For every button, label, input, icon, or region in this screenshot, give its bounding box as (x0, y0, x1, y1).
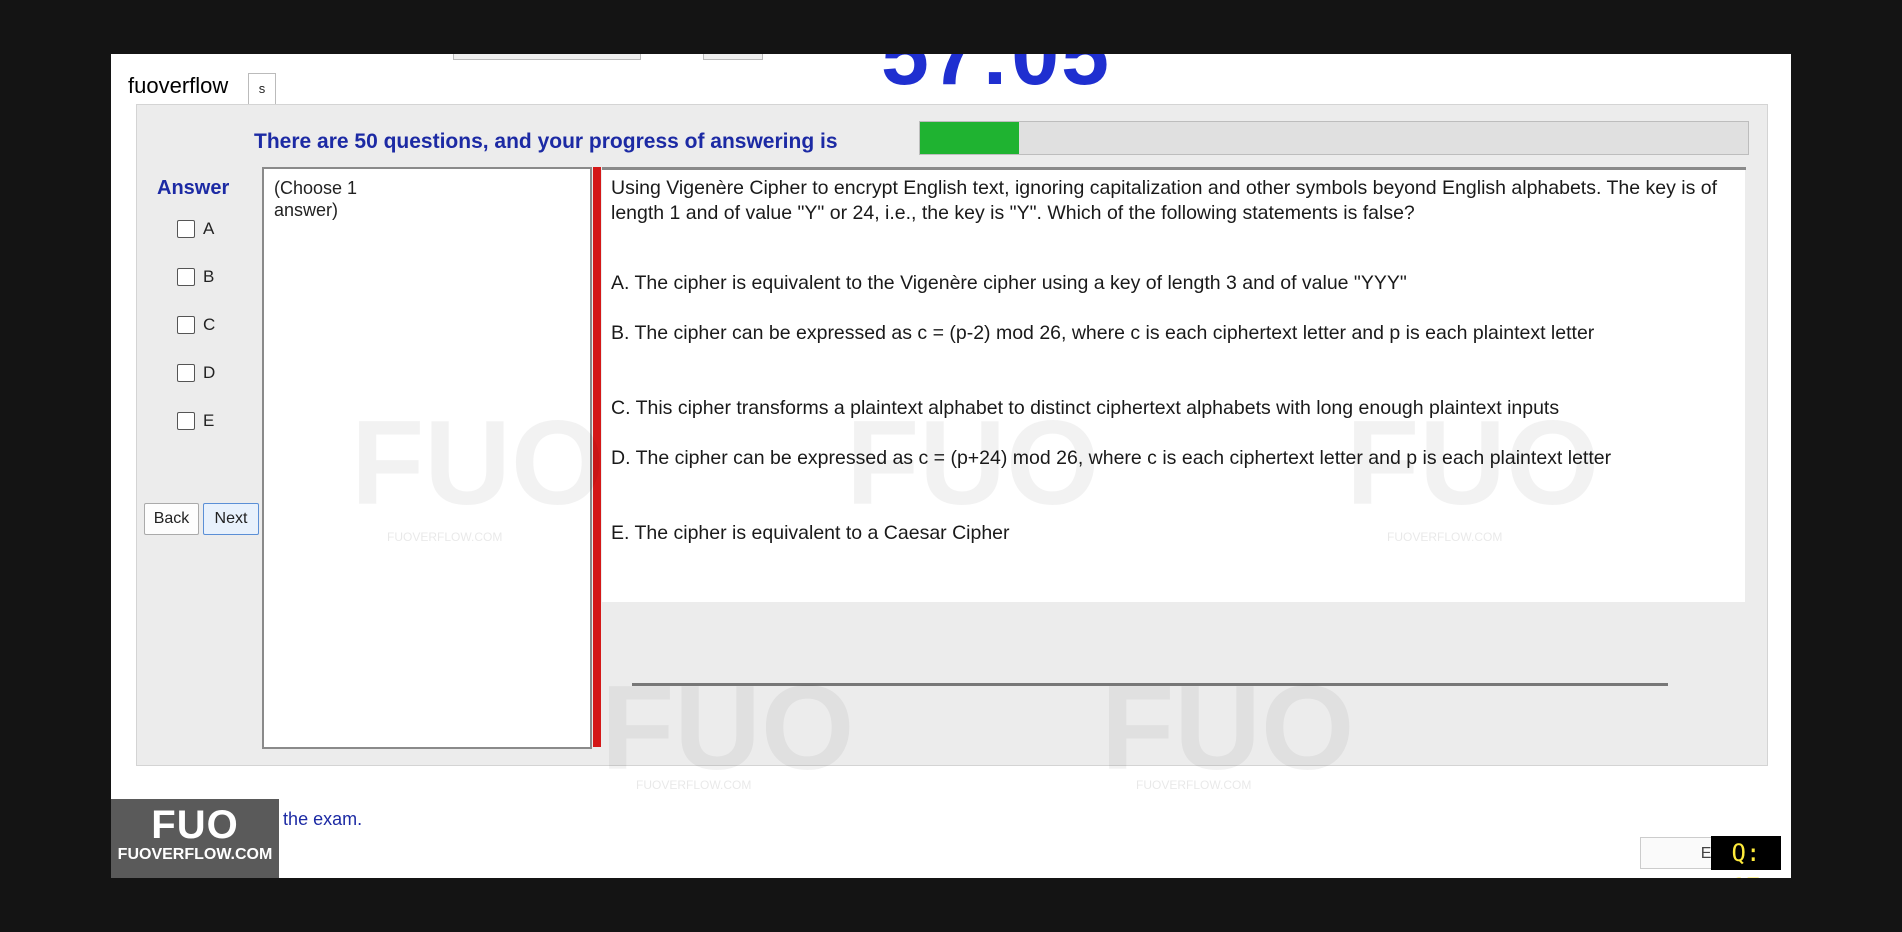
question-option-d: D. The cipher can be expressed as c = (p… (611, 447, 1612, 469)
answer-option-label: C (203, 315, 216, 334)
top-button-clipped[interactable] (703, 54, 763, 60)
answer-title: Answer (157, 177, 230, 199)
question-area: Using Vigenère Cipher to encrypt English… (602, 167, 1746, 748)
horizontal-scrollbar[interactable] (632, 683, 1668, 686)
answer-option-label: E (203, 411, 215, 430)
question-text: Using Vigenère Cipher to encrypt English… (611, 177, 1718, 224)
back-button[interactable]: Back (144, 503, 199, 535)
answer-option-a[interactable]: A (177, 219, 214, 239)
exam-window: 57:05 fuoverflow s There are 50 question… (111, 54, 1791, 878)
progress-bar (919, 121, 1749, 155)
question-option-e: E. The cipher is equivalent to a Caesar … (611, 522, 1010, 544)
watermark-sub: FUOVERFLOW.COM (636, 778, 752, 792)
checkbox-d[interactable] (177, 364, 195, 382)
progress-bar-fill (920, 122, 1020, 154)
answer-option-label: A (203, 219, 215, 238)
logo-main-text: FUO (151, 803, 239, 847)
countdown-timer: 57:05 (881, 54, 1111, 103)
top-combo-clipped[interactable] (453, 54, 641, 60)
question-option-c: C. This cipher transforms a plaintext al… (611, 397, 1560, 419)
app-label: fuoverflow (128, 73, 229, 98)
checkbox-c[interactable] (177, 316, 195, 334)
question-number-badge: Q: 17 (1711, 836, 1781, 878)
splitter-bar[interactable] (593, 167, 601, 747)
checkbox-e[interactable] (177, 412, 195, 430)
answer-option-c[interactable]: C (177, 315, 215, 335)
answer-option-b[interactable]: B (177, 267, 214, 287)
answer-option-e[interactable]: E (177, 411, 214, 431)
logo-sub-text: FUOVERFLOW.COM (117, 846, 273, 863)
progress-label: There are 50 questions, and your progres… (254, 130, 838, 153)
fuoverflow-logo: FUO FUOVERFLOW.COM (111, 799, 279, 878)
answer-option-label: D (203, 363, 216, 382)
next-button[interactable]: Next (203, 503, 259, 535)
question-option-a: A. The cipher is equivalent to the Vigen… (611, 272, 1407, 294)
checkbox-b[interactable] (177, 268, 195, 286)
watermark-sub: FUOVERFLOW.COM (1136, 778, 1252, 792)
checkbox-a[interactable] (177, 220, 195, 238)
choose-hint-text: (Choose 1 answer) (274, 178, 358, 220)
question-option-b: B. The cipher can be expressed as c = (p… (611, 322, 1595, 344)
answer-option-label: B (203, 267, 215, 286)
answer-option-d[interactable]: D (177, 363, 215, 383)
tab-partial[interactable]: s (248, 73, 276, 104)
choose-hint-box: (Choose 1 answer) (262, 167, 592, 749)
question-content: Using Vigenère Cipher to encrypt English… (602, 170, 1745, 602)
